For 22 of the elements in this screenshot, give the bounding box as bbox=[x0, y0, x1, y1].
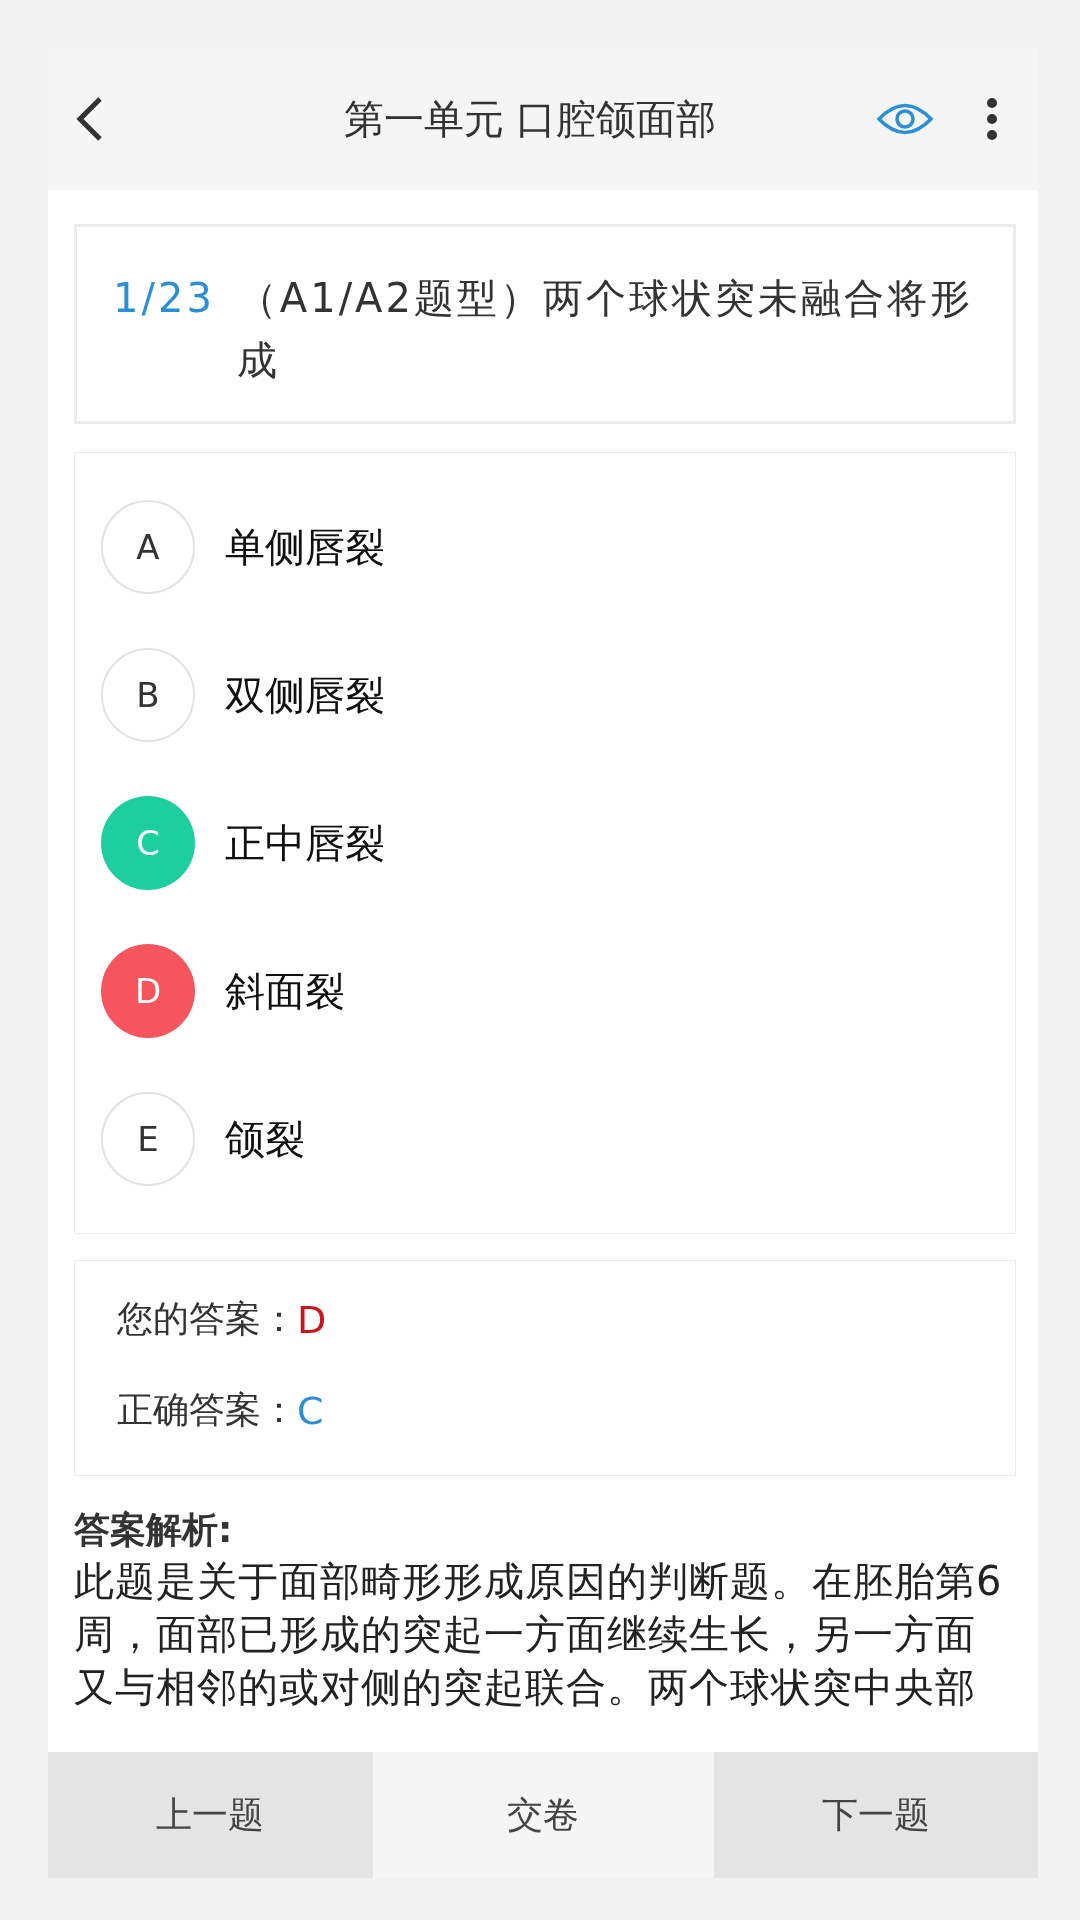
option-text[interactable]: 单侧唇裂 bbox=[225, 519, 385, 575]
option-text[interactable]: 斜面裂 bbox=[225, 963, 345, 1019]
submit-button[interactable]: 交卷 bbox=[372, 1752, 714, 1878]
more-icon bbox=[986, 97, 998, 141]
analysis-text: 此题是关于面部畸形形成原因的判断题。在胚胎第6周，面部已形成的突起一方面继续生长，另一方面又与相邻的或对侧的突起联合。两个球状突中央部 bbox=[74, 1557, 1004, 1712]
nav-button[interactable]: 下一题 bbox=[713, 1752, 1038, 1878]
option-letter[interactable]: B bbox=[101, 648, 195, 742]
option-text[interactable]: 颌裂 bbox=[225, 1111, 305, 1167]
question-text: （A1/A2题型）两个球状突未融合将形成 bbox=[236, 274, 974, 385]
question-number: 1/23 bbox=[113, 274, 215, 323]
answer-value: C bbox=[297, 1388, 324, 1433]
back-icon bbox=[74, 95, 104, 143]
option-letter[interactable]: E bbox=[101, 1092, 195, 1186]
answer-value: D bbox=[297, 1297, 327, 1342]
nav-button[interactable]: 上一题 bbox=[48, 1752, 373, 1878]
option-text[interactable]: 双侧唇裂 bbox=[225, 667, 385, 723]
answer-label: 您的答案： bbox=[117, 1297, 297, 1341]
option-letter[interactable]: A bbox=[101, 500, 195, 594]
analysis-heading: 答案解析: bbox=[74, 1508, 234, 1552]
option-text[interactable]: 正中唇裂 bbox=[225, 815, 385, 871]
page-title: 第一单元 口腔颌面部 bbox=[342, 94, 718, 144]
answer-label: 正确答案： bbox=[117, 1388, 297, 1432]
